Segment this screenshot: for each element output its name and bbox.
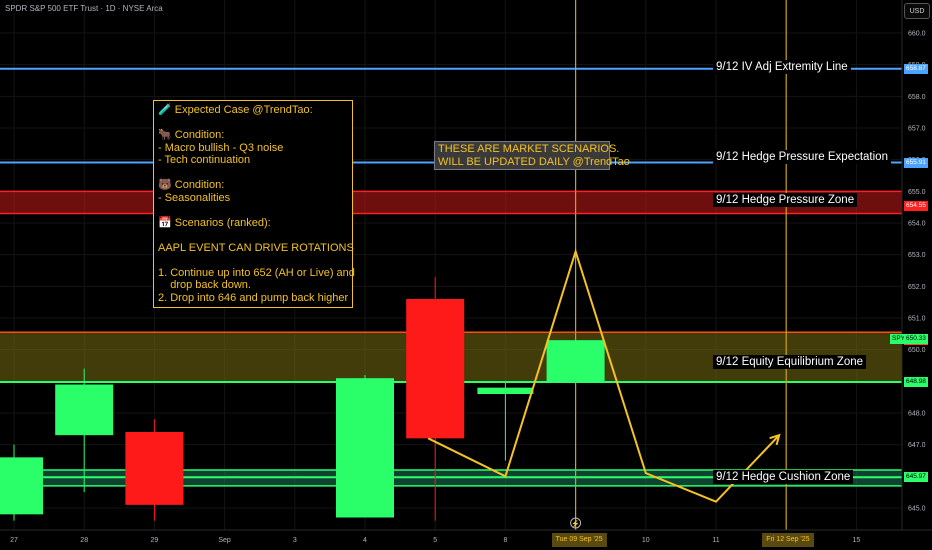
level-label: 9/12 Hedge Cushion Zone bbox=[713, 470, 854, 484]
time-tick-label: 28 bbox=[80, 537, 88, 544]
currency-button[interactable]: USD bbox=[904, 3, 930, 19]
note-line: - Tech continuation bbox=[158, 154, 251, 166]
time-tick-label: 15 bbox=[853, 537, 861, 544]
price-axis-tag: 658.87 bbox=[904, 63, 928, 74]
price-tick-label: 648.0 bbox=[908, 411, 926, 418]
price-tick-label: 660.0 bbox=[908, 31, 926, 38]
level-label: 9/12 Equity Equilibrium Zone bbox=[713, 355, 867, 369]
candle-body[interactable] bbox=[0, 457, 43, 515]
price-tick-label: 651.0 bbox=[908, 316, 926, 323]
last-price-tag: 650.33 bbox=[904, 334, 928, 345]
note-line bbox=[158, 117, 348, 130]
note-line: 🧪 Expected Case @TrendTao: bbox=[158, 104, 313, 116]
date-marker-tag: Fri 12 Sep '25 bbox=[762, 533, 814, 547]
price-axis-tag: 648.98 bbox=[904, 376, 928, 387]
note-line: 1. Continue up into 652 (AH or Live) and bbox=[158, 266, 355, 279]
banner-line: WILL BE UPDATED DAILY @TrendTao bbox=[438, 155, 630, 168]
level-label: 9/12 IV Adj Extremity Line bbox=[713, 60, 851, 74]
scenario-banner[interactable]: THESE ARE MARKET SCENARIOS. WILL BE UPDAT… bbox=[434, 141, 630, 170]
price-axis-tag: 645.97 bbox=[904, 472, 928, 483]
level-label: 9/12 Hedge Pressure Expectation bbox=[713, 150, 891, 164]
time-tick-label: 11 bbox=[712, 537, 719, 544]
candle-body[interactable] bbox=[406, 299, 465, 439]
note-line: 🐂 Condition: bbox=[158, 129, 225, 141]
price-tick-label: 652.0 bbox=[908, 284, 926, 291]
banner-line: THESE ARE MARKET SCENARIOS. bbox=[438, 143, 620, 155]
note-line: AAPL EVENT CAN DRIVE ROTATIONS bbox=[158, 241, 354, 254]
price-tick-label: 657.0 bbox=[908, 126, 926, 133]
time-tick-label: Sep bbox=[218, 537, 231, 544]
price-tick-label: 647.0 bbox=[908, 442, 926, 449]
note-line bbox=[158, 204, 348, 217]
ticker-title: SPDR S&P 500 ETF Trust · 1D · NYSE Arca bbox=[5, 4, 163, 13]
price-tick-label: 645.0 bbox=[908, 506, 926, 513]
expected-case-note[interactable]: 🧪 Expected Case @TrendTao: 🐂 Condition: - … bbox=[153, 100, 355, 308]
event-bolt-icon: ⚡ bbox=[571, 519, 580, 528]
price-tick-label: 650.0 bbox=[908, 347, 926, 354]
note-line: 🐻 Condition: bbox=[158, 179, 225, 191]
candle-body[interactable] bbox=[336, 378, 394, 518]
candle-body[interactable] bbox=[477, 387, 534, 394]
note-line: - Seasonalities bbox=[158, 191, 231, 204]
price-axis-tag: 654.55 bbox=[904, 200, 928, 211]
date-marker-tag: Tue 09 Sep '25 bbox=[551, 533, 607, 547]
note-line: - Macro bullish - Q3 noise bbox=[158, 141, 284, 154]
price-axis-tag: 655.91 bbox=[904, 157, 928, 168]
time-tick-label: 8 bbox=[503, 537, 507, 544]
candle-body[interactable] bbox=[55, 384, 114, 436]
note-line: 📅 Scenarios (ranked): bbox=[158, 216, 271, 229]
note-line bbox=[158, 229, 348, 242]
note-line bbox=[158, 167, 348, 180]
time-tick-label: 5 bbox=[433, 537, 437, 544]
vertical-marker-layer bbox=[574, 0, 787, 533]
symbol-tag: SPY bbox=[890, 334, 906, 345]
time-tick-label: 3 bbox=[293, 537, 297, 544]
note-line bbox=[158, 254, 348, 267]
price-axis-bg bbox=[902, 0, 932, 530]
price-tick-label: 658.0 bbox=[908, 94, 926, 101]
time-tick-label: 4 bbox=[363, 537, 367, 544]
candle-body[interactable] bbox=[546, 340, 605, 382]
price-tick-label: 654.0 bbox=[908, 221, 926, 228]
level-label: 9/12 Hedge Pressure Zone bbox=[713, 193, 858, 207]
time-tick-label: 27 bbox=[10, 537, 18, 544]
note-line: drop back down. bbox=[158, 279, 251, 291]
candle-body[interactable] bbox=[125, 432, 184, 505]
time-tick-label: 29 bbox=[151, 537, 159, 544]
price-tick-label: 653.0 bbox=[908, 252, 926, 259]
price-tick-label: 655.0 bbox=[908, 189, 926, 196]
time-tick-label: 10 bbox=[642, 537, 650, 544]
price-axis[interactable]: 645.0646.0647.0648.0649.0650.0651.0652.0… bbox=[901, 0, 932, 530]
price-chart[interactable]: 645.0646.0647.0648.0649.0650.0651.0652.0… bbox=[0, 0, 932, 550]
note-line: 2. Drop into 646 and pump back higher bbox=[158, 291, 349, 304]
